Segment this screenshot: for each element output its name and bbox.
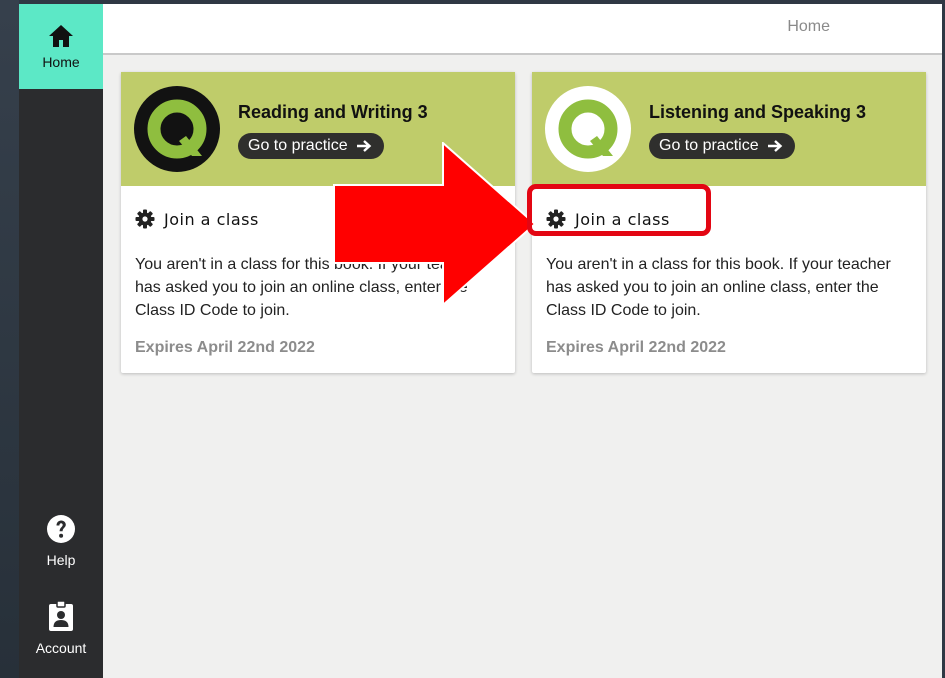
question-icon — [47, 515, 75, 543]
app: Home Help Account Home Reading and Writi… — [19, 4, 942, 678]
book-card-header: Listening and Speaking 3 Go to practice — [532, 72, 926, 186]
top-bar: Home — [103, 4, 942, 55]
go-to-practice-label: Go to practice — [659, 137, 759, 154]
book-title: Listening and Speaking 3 — [649, 102, 867, 122]
expiry-text: Expires April 22nd 2022 — [546, 339, 726, 356]
join-class-label: Join a class — [164, 209, 259, 229]
arrow-right-icon — [767, 140, 782, 152]
sidebar-item-label: Help — [46, 552, 76, 568]
sidebar: Home Help Account — [19, 4, 103, 678]
page-title: Home — [787, 18, 830, 35]
book-logo-icon — [545, 86, 631, 172]
class-status-text: You aren't in a class for this book. If … — [546, 256, 891, 319]
sidebar-item-label: Account — [35, 640, 87, 656]
sidebar-item-label: Home — [42, 54, 80, 70]
window-frame-left — [0, 0, 19, 678]
sidebar-item-home[interactable]: Home — [19, 4, 103, 89]
sidebar-item-account[interactable]: Account — [19, 600, 103, 674]
home-icon — [49, 25, 73, 47]
go-to-practice-button[interactable]: Go to practice — [649, 133, 795, 159]
book-logo-icon — [134, 86, 220, 172]
join-class-button[interactable]: Join a class — [135, 209, 259, 229]
badge-icon — [49, 600, 73, 631]
sidebar-item-help[interactable]: Help — [19, 514, 103, 584]
gear-icon — [135, 209, 155, 229]
book-title: Reading and Writing 3 — [238, 102, 428, 122]
annotation-highlight-box — [527, 184, 711, 236]
expiry-text: Expires April 22nd 2022 — [135, 339, 315, 356]
annotation-arrow-icon — [333, 142, 537, 306]
